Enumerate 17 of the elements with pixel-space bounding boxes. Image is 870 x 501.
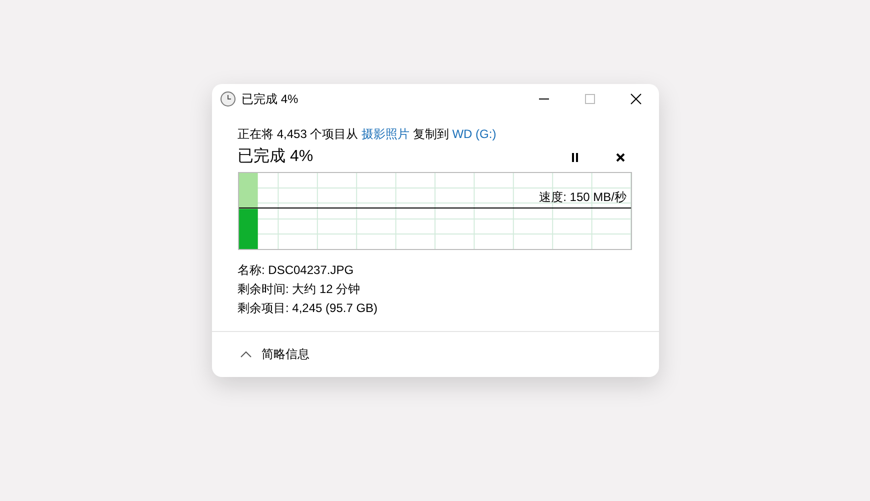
detail-text: 剩余时间: 大约 12 分钟 <box>238 281 362 298</box>
close-icon <box>630 93 642 105</box>
maximize-icon <box>584 94 594 104</box>
detail-text: 剩余项目: 4,245 (95.7 GB) <box>238 300 379 317</box>
window-title: 已完成 4% <box>242 91 298 108</box>
details-toggle[interactable]: 简略信息 <box>240 344 658 364</box>
detail-text: 名称: DSC04237.JPG <box>238 262 355 279</box>
speed-reading: 速度: 150 MB/秒 <box>539 189 626 205</box>
copy-description: 正在将 4,453 个项目从 摄影照片 复制到 WD (G:) <box>238 126 498 142</box>
chevron-icon <box>240 350 252 358</box>
clock-icon <box>220 91 236 107</box>
source-link[interactable]: 摄影照片 <box>362 127 410 141</box>
pause-icon <box>570 152 578 162</box>
progress-title: 已完成 4% <box>238 146 314 167</box>
close-icon <box>616 152 625 162</box>
destination-link[interactable]: WD (G:) <box>452 127 496 141</box>
speed-area <box>238 209 258 249</box>
